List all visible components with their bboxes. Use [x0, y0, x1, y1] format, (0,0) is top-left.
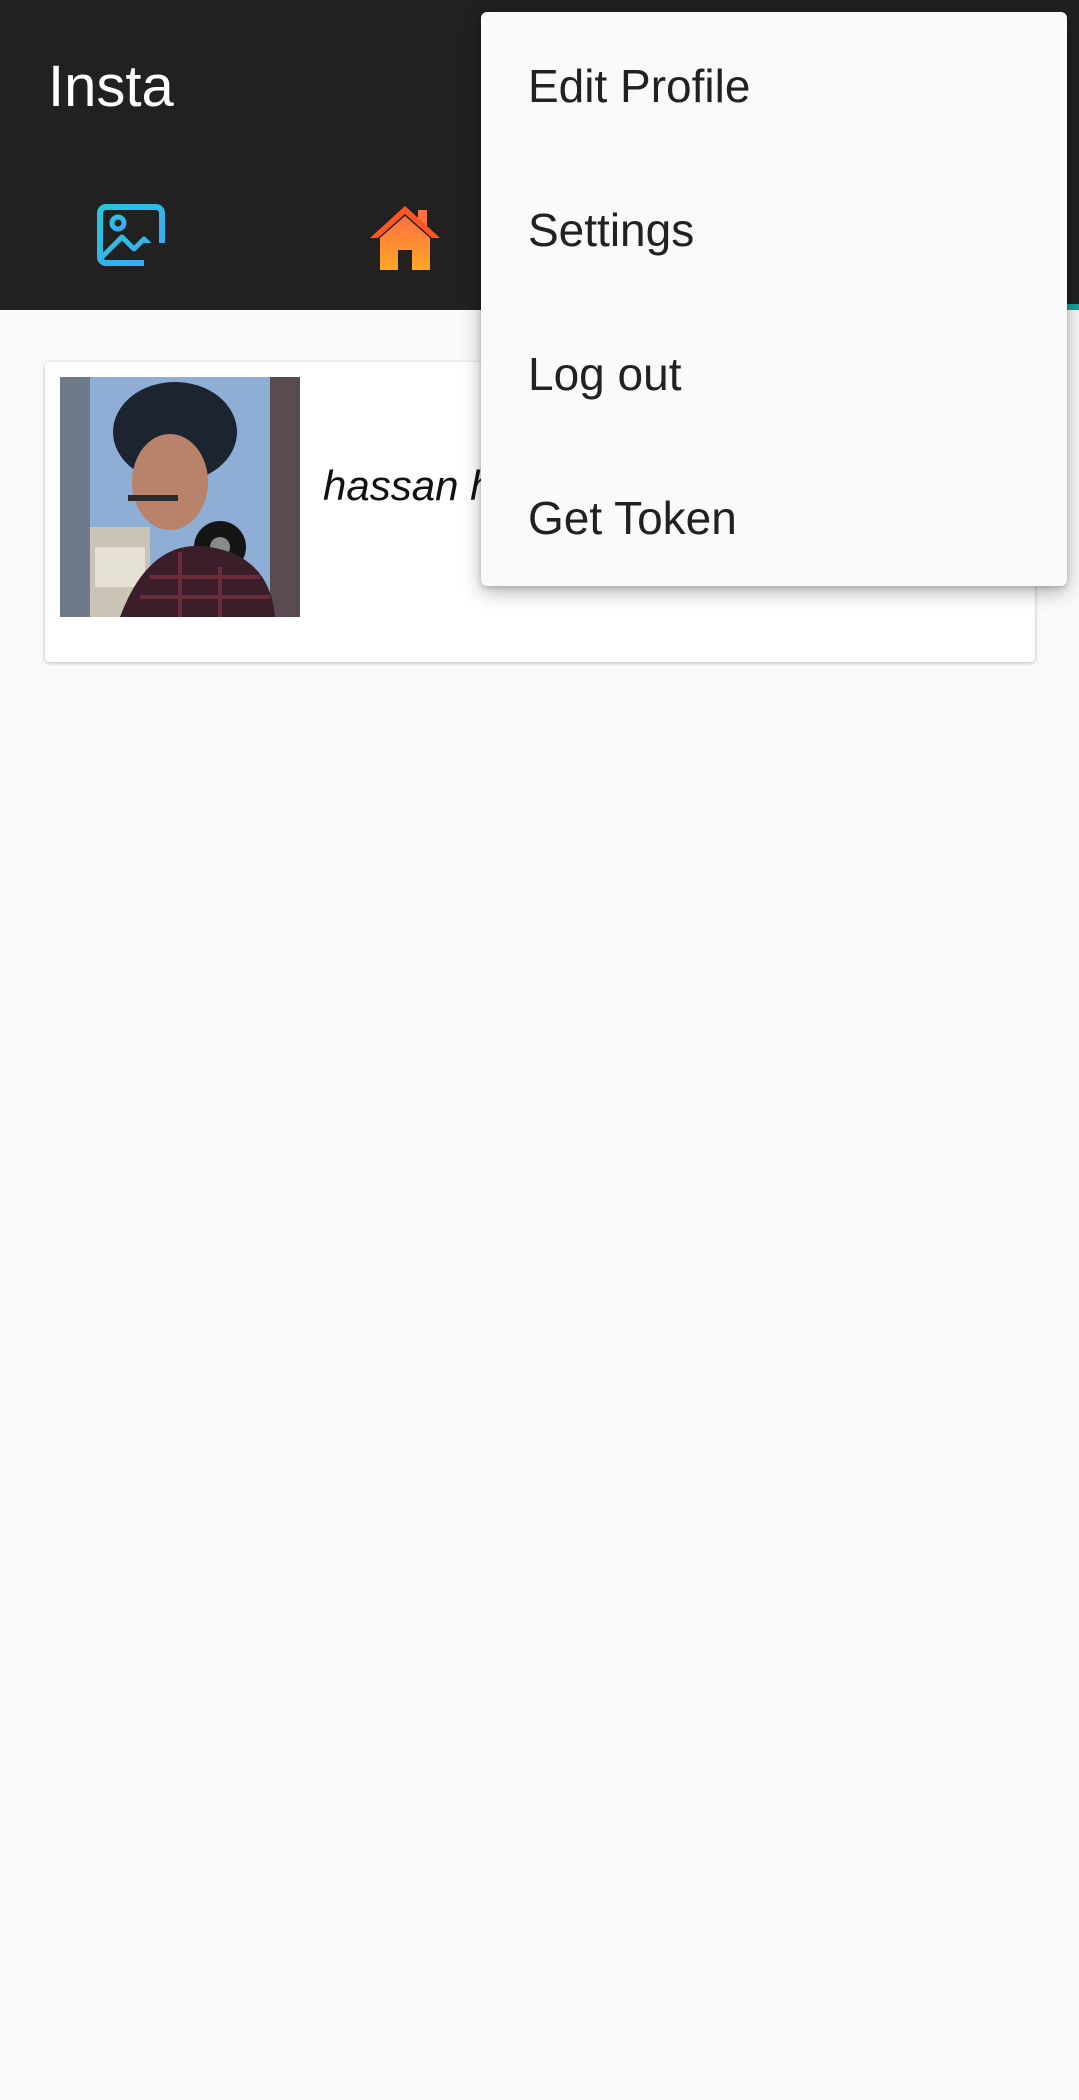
app-title: Insta — [48, 54, 174, 119]
avatar[interactable] — [60, 377, 300, 617]
menu-item-edit-profile[interactable]: Edit Profile — [481, 12, 1067, 156]
username[interactable]: hassan h — [323, 460, 493, 512]
menu-item-get-token[interactable]: Get Token — [481, 444, 1067, 586]
home-icon[interactable] — [368, 204, 442, 272]
menu-item-settings[interactable]: Settings — [481, 156, 1067, 300]
menu-item-log-out[interactable]: Log out — [481, 300, 1067, 444]
add-photo-icon[interactable] — [96, 203, 174, 275]
menu-item-label: Log out — [528, 348, 682, 400]
menu-item-label: Get Token — [528, 492, 737, 544]
overflow-menu: Edit Profile Settings Log out Get Token — [481, 12, 1067, 586]
menu-item-label: Settings — [528, 204, 695, 256]
menu-item-label: Edit Profile — [528, 60, 751, 112]
